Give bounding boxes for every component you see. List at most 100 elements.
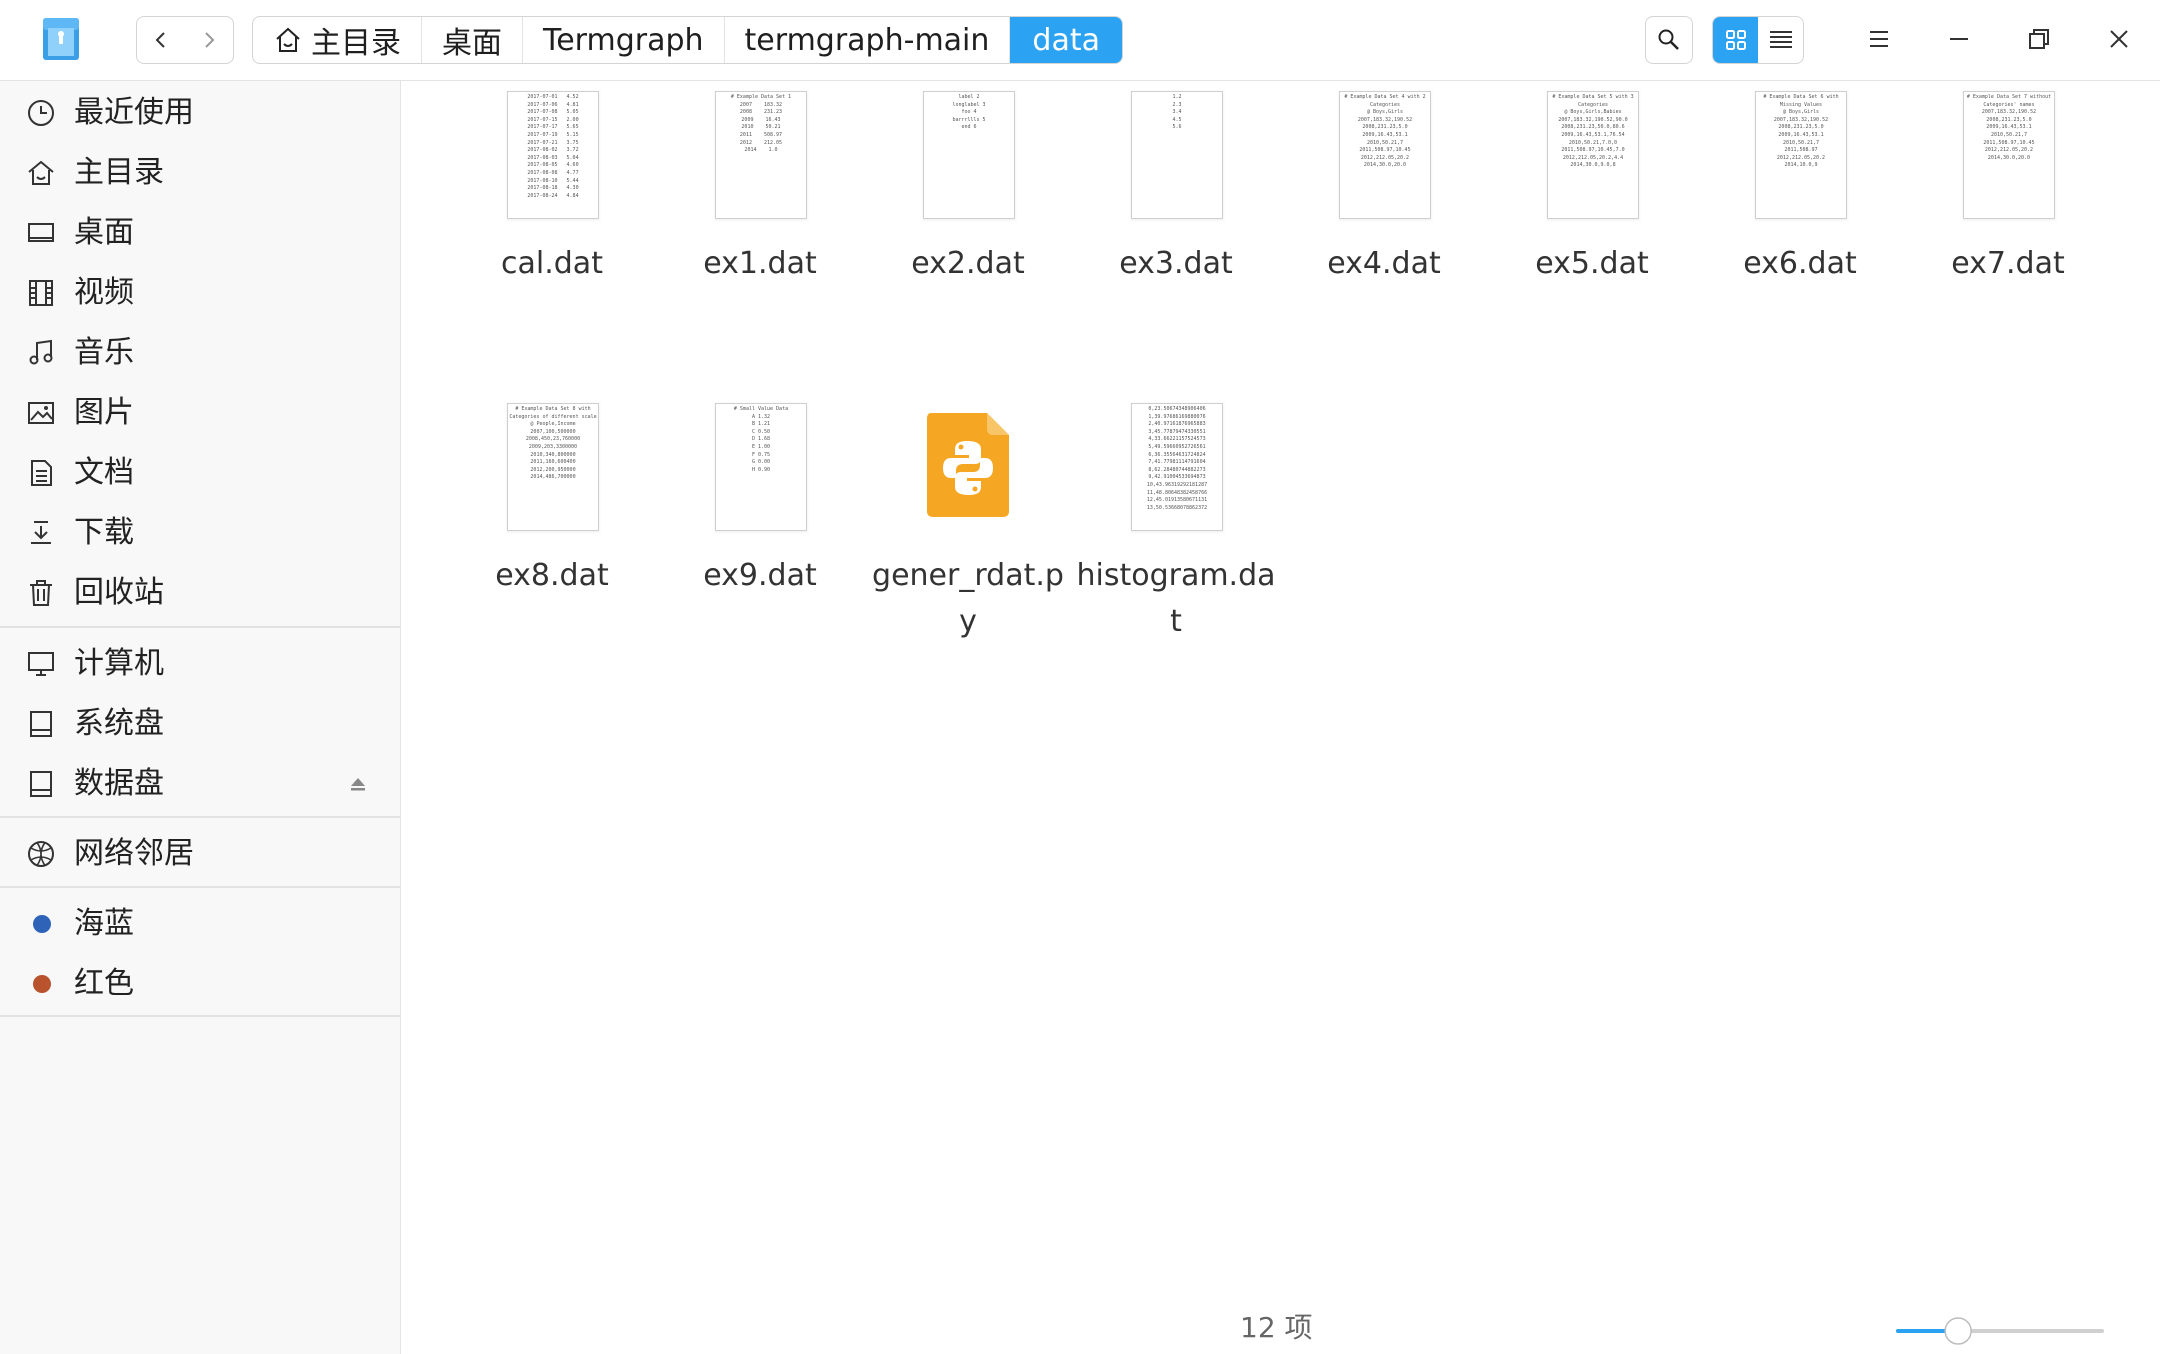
sidebar-item-label: 图片: [74, 395, 134, 430]
sidebar-item-label: 计算机: [74, 646, 164, 681]
sidebar-item-desktop[interactable]: 桌面: [0, 203, 400, 263]
thumbnail-text: 0,23.50674348906406 1,39.97686169880076 …: [1146, 406, 1208, 511]
menu-icon: [1870, 31, 1888, 47]
file-name: ex5.dat: [1535, 246, 1649, 281]
file-thumbnail: # Example Data Set 6 with Missing Values…: [1755, 91, 1847, 219]
thumbnail-text: label 2 longlabel 3 foo 4 barrrllls 5 en…: [952, 94, 986, 131]
sidebar-item-network[interactable]: 网络邻居: [0, 824, 400, 884]
download-icon: [31, 521, 51, 544]
file-name: histogram.dat: [1076, 558, 1276, 639]
close-button[interactable]: [2096, 16, 2142, 62]
sidebar-item-label: 网络邻居: [74, 836, 194, 871]
file-thumbnail: # Example Data Set 5 with 3 Categories @…: [1547, 91, 1639, 219]
forward-button[interactable]: [185, 17, 233, 63]
file-item[interactable]: 0,23.50674348906406 1,39.97686169880076 …: [1076, 403, 1276, 639]
file-item[interactable]: # Example Data Set 7 without Categories'…: [1908, 91, 2108, 281]
sidebar-item-data-disk[interactable]: 数据盘: [0, 754, 400, 814]
thumbnail-text: # Example Data Set 7 without Categories'…: [1966, 94, 2052, 161]
file-thumbnail: 1.2 2.3 3.4 4.5 5.6: [1131, 91, 1223, 219]
breadcrumb: 主目录 桌面 Termgraph termgraph-main data: [252, 16, 1123, 64]
file-item[interactable]: # Example Data Set 8 with Categories of …: [452, 403, 652, 623]
file-name: gener_rdat.py: [872, 558, 1064, 639]
view-mode-toggle: [1712, 16, 1804, 64]
file-thumbnail: 0,23.50674348906406 1,39.97686169880076 …: [1131, 403, 1223, 531]
file-thumbnail: # Example Data Set 4 with 2 Categories @…: [1339, 91, 1431, 219]
sidebar-item-label: 主目录: [74, 155, 164, 190]
sidebar-item-system-disk[interactable]: 系统盘: [0, 694, 400, 754]
icon-view-button[interactable]: [1713, 17, 1758, 63]
maximize-button[interactable]: [2016, 16, 2062, 62]
file-item[interactable]: # Example Data Set 4 with 2 Categories @…: [1284, 91, 1484, 281]
sidebar-item-home[interactable]: 主目录: [0, 143, 400, 203]
minimize-icon: [1950, 38, 1968, 40]
breadcrumb-label: Termgraph: [543, 22, 704, 58]
minimize-button[interactable]: [1936, 16, 1982, 62]
file-thumbnail: # Example Data Set 7 without Categories'…: [1963, 91, 2055, 219]
breadcrumb-desktop[interactable]: 桌面: [422, 17, 523, 63]
file-name: ex4.dat: [1327, 246, 1441, 281]
sidebar-item-videos[interactable]: 视频: [0, 263, 400, 323]
title-bar: 主目录 桌面 Termgraph termgraph-main data: [0, 0, 2160, 81]
sidebar-item-label: 桌面: [74, 215, 134, 250]
back-button[interactable]: [137, 17, 185, 63]
file-thumbnail: label 2 longlabel 3 foo 4 barrrllls 5 en…: [923, 91, 1015, 219]
navigation-buttons: [136, 16, 234, 64]
sidebar-item-label: 视频: [74, 275, 134, 310]
sidebar-item-music[interactable]: 音乐: [0, 323, 400, 383]
sidebar-item-trash[interactable]: 回收站: [0, 563, 400, 623]
breadcrumb-termgraph[interactable]: Termgraph: [523, 17, 725, 63]
file-item[interactable]: label 2 longlabel 3 foo 4 barrrllls 5 en…: [868, 91, 1068, 281]
sidebar-item-tag-ocean-blue[interactable]: 海蓝: [0, 894, 400, 954]
breadcrumb-label: data: [1032, 22, 1100, 58]
desktop-icon: [28, 223, 54, 242]
home-icon: [28, 160, 54, 185]
file-item[interactable]: # Example Data Set 6 with Missing Values…: [1700, 91, 1900, 281]
search-button[interactable]: [1645, 16, 1693, 64]
breadcrumb-home[interactable]: 主目录: [253, 17, 422, 63]
file-name: ex3.dat: [1119, 246, 1233, 281]
icon-size-slider[interactable]: [1896, 1316, 2104, 1346]
music-icon: [29, 339, 53, 365]
file-thumbnail: 2017-07-01 4.52 2017-07-06 4.81 2017-07-…: [507, 91, 599, 219]
file-thumbnail: # Small Value Data A 1.32 B 1.21 C 0.50 …: [715, 403, 807, 531]
sidebar-item-documents[interactable]: 文档: [0, 443, 400, 503]
thumbnail-text: # Example Data Set 6 with Missing Values…: [1763, 94, 1839, 169]
sidebar-item-label: 文档: [74, 455, 134, 490]
file-name: ex6.dat: [1743, 246, 1857, 281]
breadcrumb-label: 主目录: [311, 26, 401, 61]
file-item[interactable]: gener_rdat.py: [868, 403, 1068, 639]
sidebar-item-tag-red[interactable]: 红色: [0, 954, 400, 1014]
file-item[interactable]: # Example Data Set 1 2007 183.32 2008 23…: [660, 91, 860, 281]
file-item[interactable]: 1.2 2.3 3.4 4.5 5.6 ex3.dat: [1076, 91, 1276, 281]
sidebar: 最近使用 主目录 桌面 视频 音乐 图片 文档 下载 回收站 计算机 系统盘 数…: [0, 81, 401, 1354]
restore-icon: [2029, 29, 2049, 49]
sidebar-divider: [0, 816, 400, 818]
file-name: ex1.dat: [703, 246, 817, 281]
search-icon: [1658, 29, 1679, 50]
breadcrumb-data[interactable]: data: [1010, 17, 1122, 63]
file-name: ex7.dat: [1951, 246, 2065, 281]
file-item[interactable]: # Example Data Set 5 with 3 Categories @…: [1492, 91, 1692, 281]
file-item[interactable]: # Small Value Data A 1.32 B 1.21 C 0.50 …: [660, 403, 860, 623]
breadcrumb-termgraph-main[interactable]: termgraph-main: [725, 17, 1011, 63]
thumbnail-text: # Example Data Set 4 with 2 Categories @…: [1344, 94, 1426, 169]
sidebar-item-downloads[interactable]: 下载: [0, 503, 400, 563]
sidebar-item-recent[interactable]: 最近使用: [0, 83, 400, 143]
picture-icon: [28, 402, 54, 424]
sidebar-item-label: 下载: [74, 515, 134, 550]
item-count: 12 项: [1240, 1311, 1313, 1344]
thumbnail-text: # Example Data Set 1 2007 183.32 2008 23…: [730, 94, 792, 154]
sidebar-item-computer[interactable]: 计算机: [0, 634, 400, 694]
eject-icon[interactable]: [348, 774, 368, 794]
breadcrumb-label: termgraph-main: [744, 22, 990, 58]
sidebar-divider: [0, 1015, 400, 1017]
sidebar-item-pictures[interactable]: 图片: [0, 383, 400, 443]
close-icon: [2110, 30, 2128, 48]
list-view-button[interactable]: [1758, 17, 1803, 63]
chevron-left-icon: [155, 32, 165, 48]
thumbnail-text: 2017-07-01 4.52 2017-07-06 4.81 2017-07-…: [527, 94, 579, 199]
file-item[interactable]: 2017-07-01 4.52 2017-07-06 4.81 2017-07-…: [452, 91, 652, 281]
main-menu-button[interactable]: [1856, 16, 1902, 62]
slider-handle[interactable]: [1944, 1317, 1972, 1345]
trash-icon: [30, 580, 52, 606]
